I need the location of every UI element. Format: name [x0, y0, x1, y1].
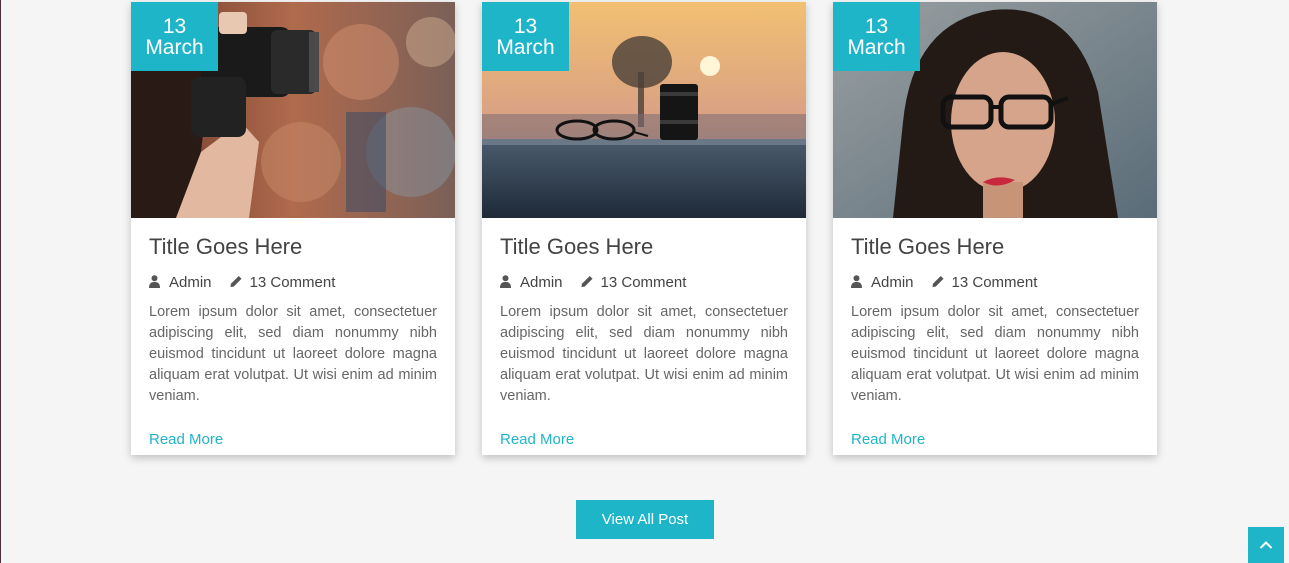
- post-comments[interactable]: 13 Comment: [250, 274, 336, 291]
- post-title[interactable]: Title Goes Here: [149, 234, 437, 260]
- blog-post-grid: 13 March Title Goes Here Admin 13 Commen…: [131, 2, 1159, 455]
- blog-post-card: 13 March Title Goes Here Admin 13 Commen…: [482, 2, 806, 455]
- chevron-up-icon: [1259, 541, 1273, 549]
- post-excerpt: Lorem ipsum dolor sit amet, consectetuer…: [851, 304, 1139, 404]
- post-author[interactable]: Admin: [169, 274, 212, 291]
- blog-post-card: 13 March Title Goes Here Admin 13 Commen…: [131, 2, 455, 455]
- date-day: 13: [162, 15, 187, 38]
- view-all-post-button[interactable]: View All Post: [576, 500, 714, 539]
- pencil-icon: [931, 275, 944, 289]
- blog-post-card: 13 March Title Goes Here Admin 13 Commen…: [833, 2, 1157, 455]
- post-image[interactable]: 13 March: [131, 2, 455, 218]
- pencil-icon: [580, 275, 593, 289]
- post-excerpt: Lorem ipsum dolor sit amet, consectetuer…: [500, 304, 788, 404]
- scroll-to-top-button[interactable]: [1248, 527, 1284, 563]
- post-date-badge: 13 March: [131, 2, 218, 71]
- user-icon: [149, 275, 161, 289]
- post-title[interactable]: Title Goes Here: [500, 234, 788, 260]
- post-date-badge: 13 March: [833, 2, 920, 71]
- read-more-link[interactable]: Read More: [500, 431, 574, 448]
- user-icon: [500, 275, 512, 289]
- post-excerpt: Lorem ipsum dolor sit amet, consectetuer…: [149, 304, 437, 404]
- post-image[interactable]: 13 March: [833, 2, 1157, 218]
- post-comments[interactable]: 13 Comment: [601, 274, 687, 291]
- post-date-badge: 13 March: [482, 2, 569, 71]
- date-month: March: [145, 36, 204, 59]
- user-icon: [851, 275, 863, 289]
- date-month: March: [496, 36, 555, 59]
- post-author[interactable]: Admin: [871, 274, 914, 291]
- date-day: 13: [513, 15, 538, 38]
- read-more-link[interactable]: Read More: [149, 431, 223, 448]
- post-image[interactable]: 13 March: [482, 2, 806, 218]
- pencil-icon: [229, 275, 242, 289]
- date-day: 13: [864, 15, 889, 38]
- post-title[interactable]: Title Goes Here: [851, 234, 1139, 260]
- post-meta: Admin 13 Comment: [851, 272, 1139, 292]
- date-month: March: [847, 36, 906, 59]
- read-more-link[interactable]: Read More: [851, 431, 925, 448]
- post-author[interactable]: Admin: [520, 274, 563, 291]
- post-comments[interactable]: 13 Comment: [952, 274, 1038, 291]
- post-meta: Admin 13 Comment: [500, 272, 788, 292]
- post-meta: Admin 13 Comment: [149, 272, 437, 292]
